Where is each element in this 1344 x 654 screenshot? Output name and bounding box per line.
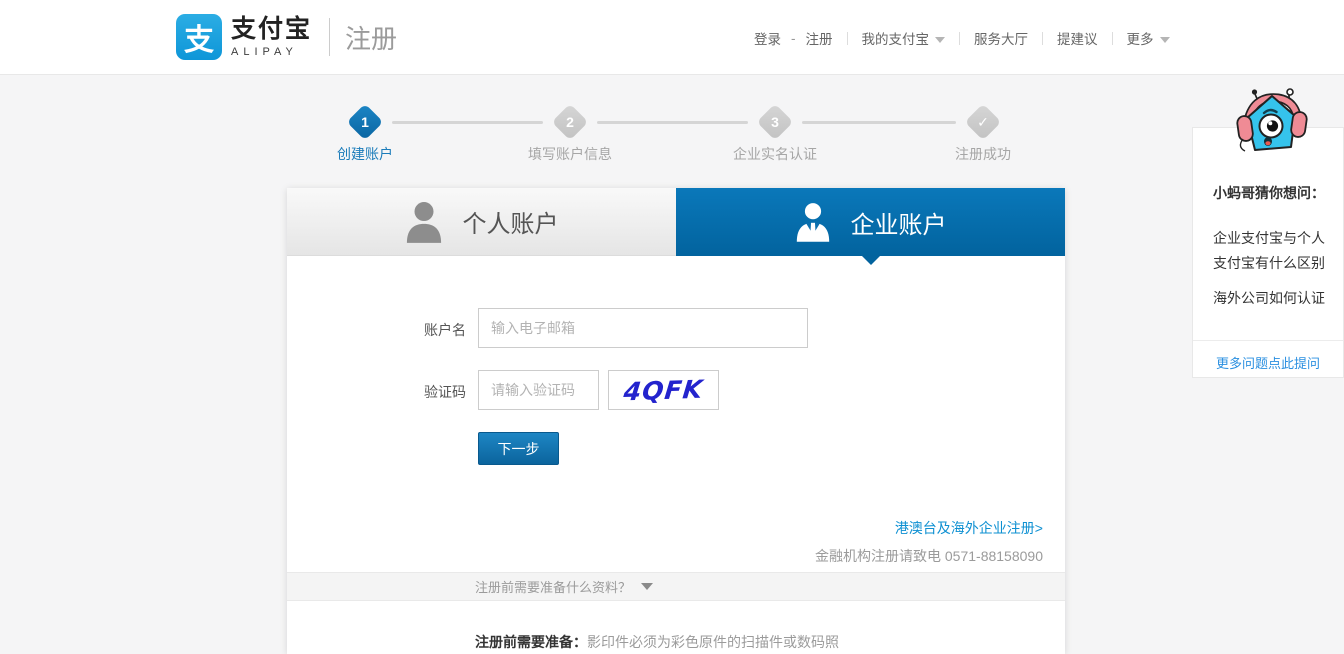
step-2-label: 填写账户信息 [528,146,612,162]
account-name-input[interactable] [478,308,808,348]
account-type-tabs: 个人账户 企业账户 [287,188,1065,265]
overseas-register-link[interactable]: 港澳台及海外企业注册> [895,518,1043,538]
brand-name-cn: 支付宝 [231,15,313,44]
step-4-success: ✓ [964,103,1002,141]
logo-divider [329,18,331,56]
page-title: 注册 [345,23,398,54]
helper-panel-title: 小蚂哥猜你想问： [1213,185,1325,201]
nav-dash: - [791,30,796,46]
nav-login[interactable]: 登录 [754,28,781,48]
helper-divider [1193,340,1343,341]
step-1-label: 创建账户 [337,146,393,162]
step-3-verify: 3 [756,103,794,141]
alipay-logo-icon: 支 [176,14,222,60]
alipay-logo[interactable]: 支 支付宝 ALIPAY 注册 [176,14,397,60]
nav-separator [1111,31,1113,45]
step-number: 2 [566,114,574,130]
step-4-label: 注册成功 [955,146,1011,162]
finance-institution-note: 金融机构注册请致电 0571-88158090 [815,548,1043,564]
top-header: 支 支付宝 ALIPAY 注册 登录 - 注册 我的支付宝 服务大厅 提建议 更… [0,0,1344,75]
nav-suggestion[interactable]: 提建议 [1057,28,1098,48]
checkmark-icon: ✓ [977,113,989,130]
tab-enterprise-label: 企业账户 [850,211,947,239]
nav-register[interactable]: 注册 [806,28,833,48]
chevron-down-icon [935,37,945,44]
nav-separator [959,31,960,45]
step-3-label: 企业实名认证 [733,146,817,162]
next-step-button[interactable]: 下一步 [478,432,559,465]
accordion-title: 注册前需要准备什么资料？ [475,580,632,595]
nav-my-alipay[interactable]: 我的支付宝 [861,28,945,48]
nav-service-hall[interactable]: 服务大厅 [974,28,1028,48]
business-person-icon [796,203,829,242]
nav-separator [846,31,848,45]
active-tab-notch [861,256,880,265]
helper-question-1[interactable]: 企业支付宝与个人支付宝有什么区别 [1213,226,1329,276]
prep-instructions-bold: 注册前需要准备： [475,634,587,650]
account-name-label: 账户名 [424,322,466,338]
step-1-create-account: 1 [346,103,384,141]
nav-more[interactable]: 更多 [1127,28,1170,48]
helper-question-2[interactable]: 海外公司如何认证 [1213,286,1329,311]
registration-steps: 1 2 3 ✓ 创建账户 填写账户信息 企业实名认证 注册成功 [287,95,1065,170]
tab-personal-label: 个人账户 [462,211,559,238]
step-number: 1 [361,114,369,130]
step-number: 3 [771,114,779,130]
step-connector [597,121,748,124]
captcha-image[interactable]: 4QFK [608,370,719,410]
person-icon [406,201,441,243]
brand-text: 支付宝 ALIPAY [231,15,313,58]
mascot-robot-icon [1236,88,1308,152]
prep-materials-accordion[interactable]: 注册前需要准备什么资料？ [287,572,1065,601]
nav-my-alipay-label: 我的支付宝 [861,32,930,47]
brand-name-en: ALIPAY [231,45,298,58]
step-connector [392,121,543,124]
nav-separator [1042,31,1043,45]
captcha-characters: 4QFK [622,374,705,406]
more-questions-link[interactable]: 更多问题点此提问 [1193,353,1343,372]
tab-personal-account[interactable]: 个人账户 [287,188,676,256]
step-2-fill-info: 2 [551,103,589,141]
tab-enterprise-account[interactable]: 企业账户 [676,188,1065,265]
captcha-input[interactable] [478,370,599,410]
chevron-down-icon [1159,37,1170,44]
captcha-label: 验证码 [424,384,466,400]
chevron-down-icon [641,583,654,590]
prep-instructions: 注册前需要准备：影印件必须为彩色原件的扫描件或数码照 [475,632,839,652]
registration-card: 个人账户 企业账户 账户名 验证码 4QFK 下一步 港澳台及海外企业注册> 金… [287,188,1065,654]
prep-instructions-text: 影印件必须为彩色原件的扫描件或数码照 [587,634,839,650]
step-connector [802,121,956,124]
top-nav: 登录 - 注册 我的支付宝 服务大厅 提建议 更多 [754,28,1170,48]
nav-more-label: 更多 [1126,32,1154,47]
